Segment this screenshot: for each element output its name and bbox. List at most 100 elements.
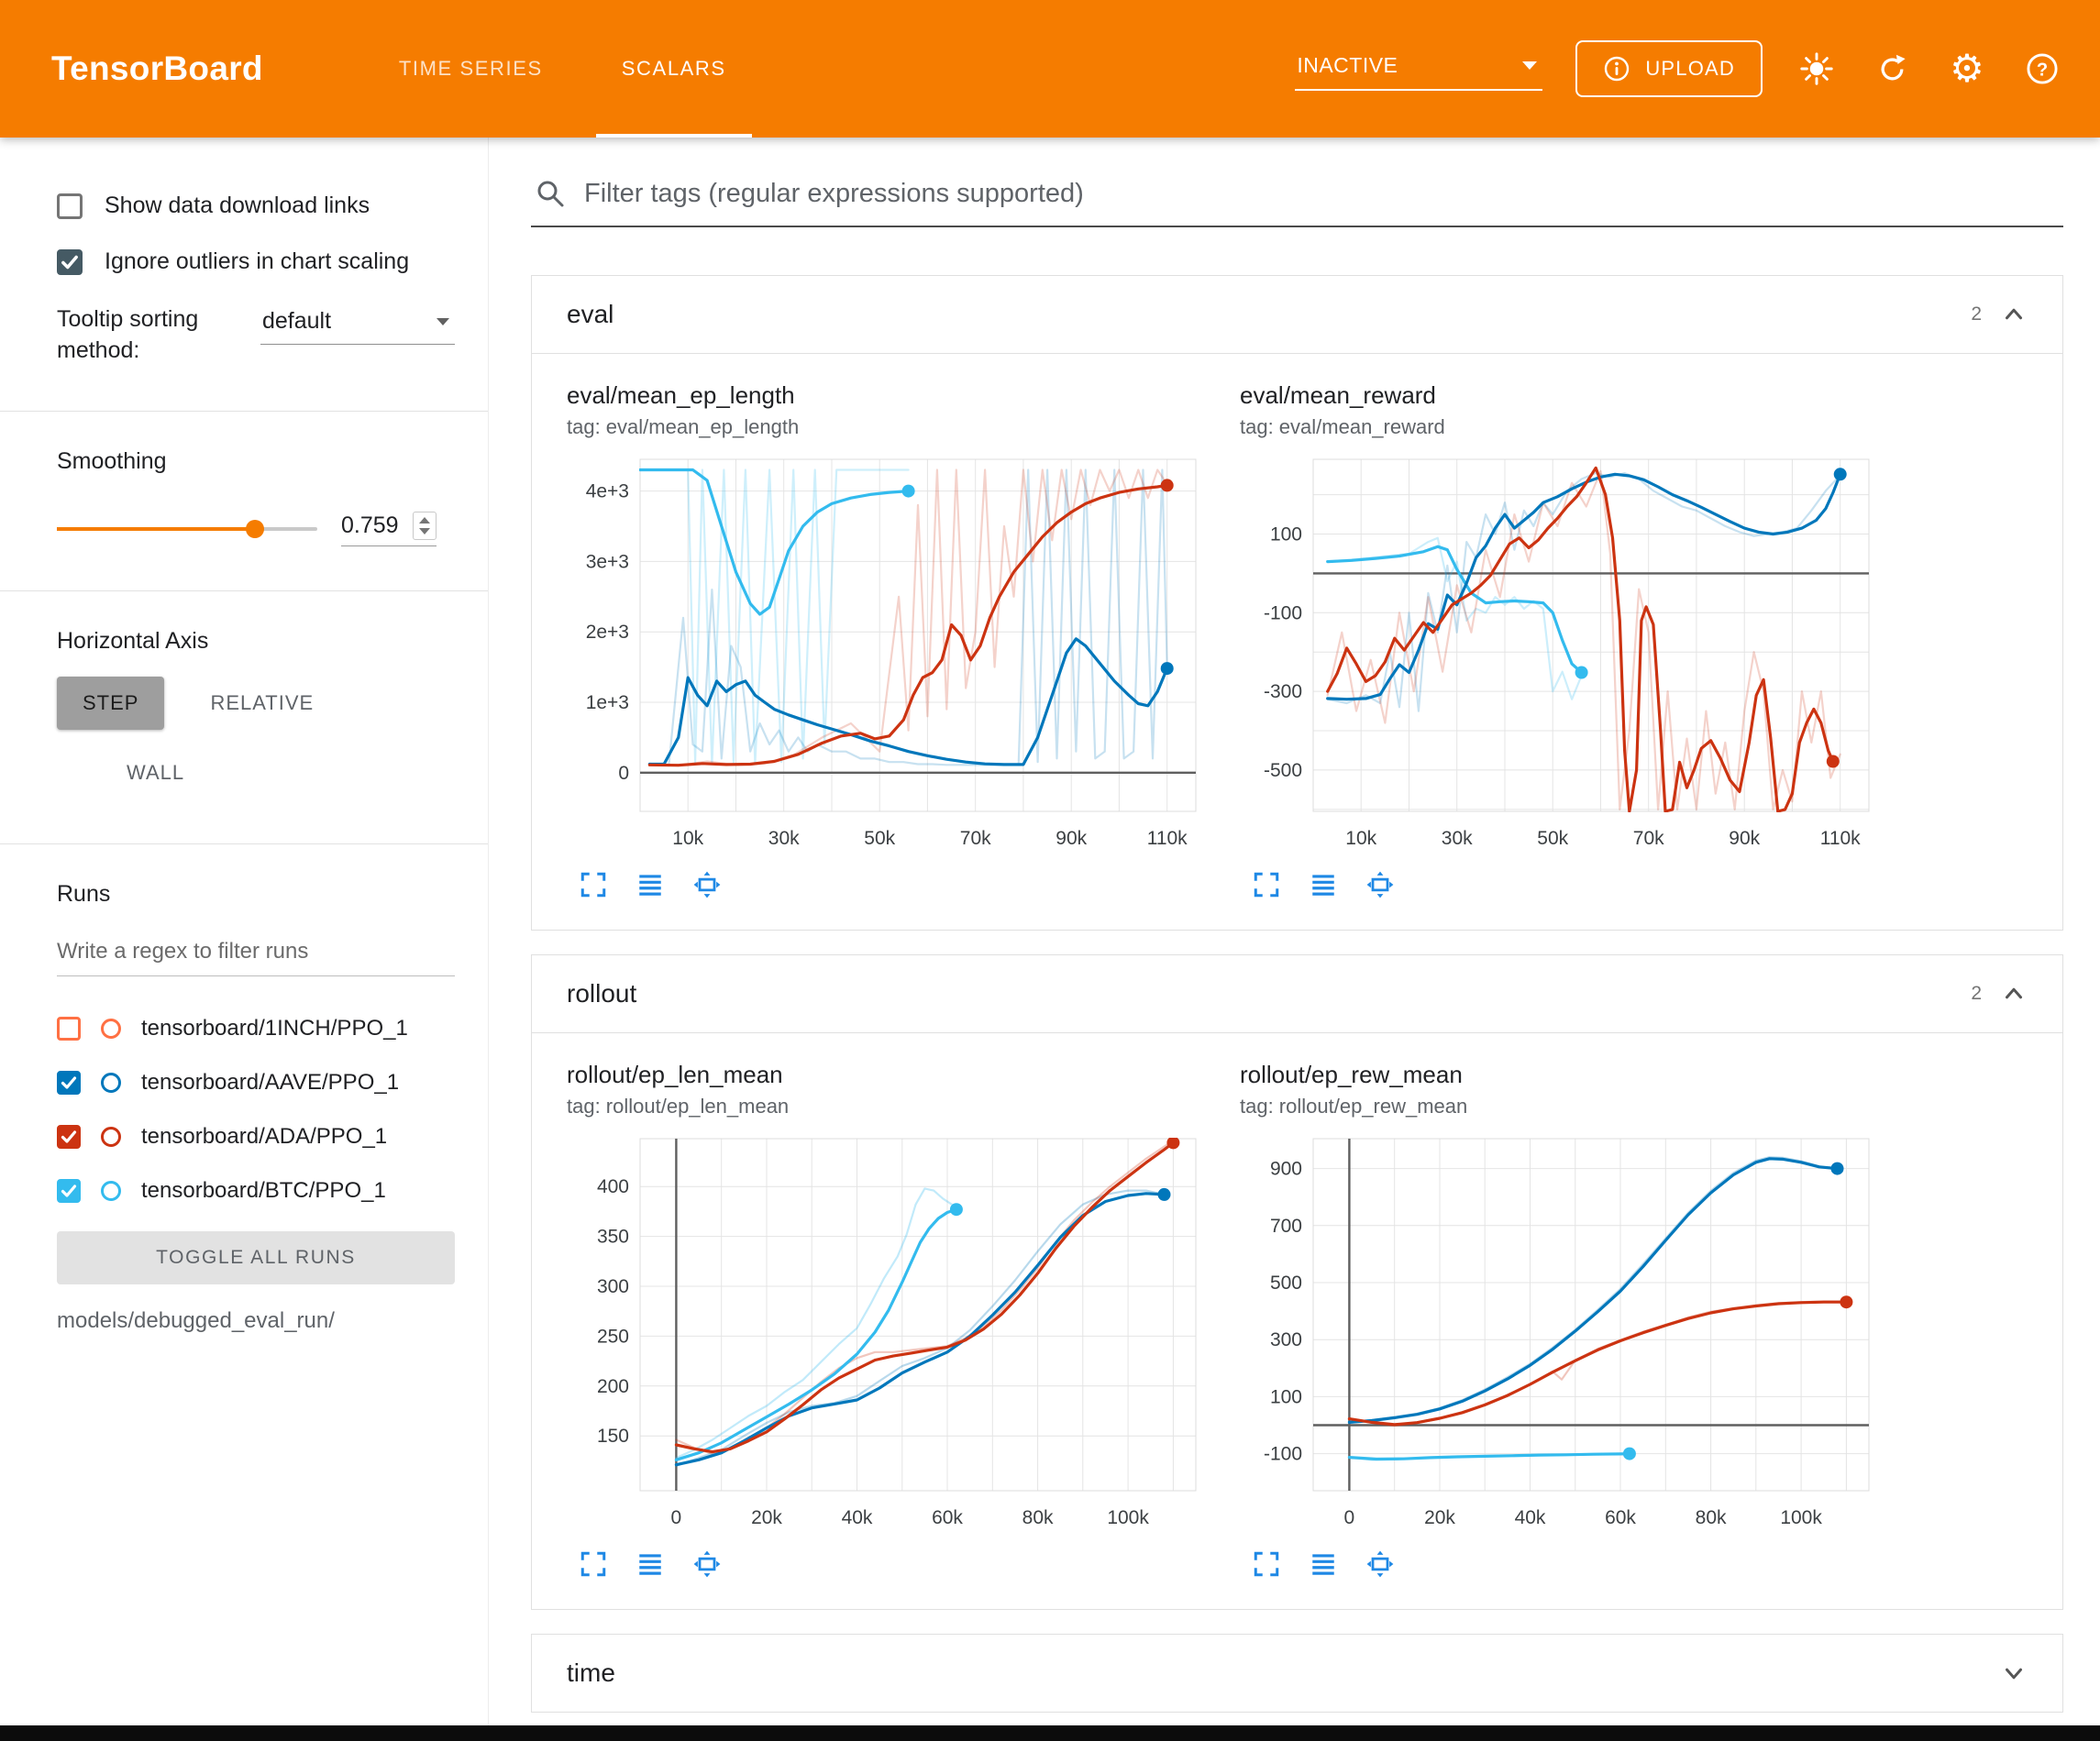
svg-text:500: 500 — [1270, 1273, 1302, 1294]
toggle-all-runs-button[interactable]: TOGGLE ALL RUNS — [57, 1231, 455, 1284]
chart-title: eval/mean_ep_length — [567, 381, 1209, 410]
status-dropdown-value: INACTIVE — [1297, 53, 1398, 78]
svg-text:30k: 30k — [768, 828, 800, 849]
chart-card: rollout/ep_len_meantag: rollout/ep_len_m… — [567, 1061, 1209, 1580]
fit-domain-icon[interactable] — [1365, 869, 1396, 900]
data-table-icon[interactable] — [635, 1548, 666, 1580]
tab-time-series[interactable]: TIME SERIES — [373, 0, 569, 138]
chart-toolbar — [1240, 1548, 1882, 1580]
upload-button[interactable]: UPLOAD — [1575, 40, 1763, 97]
section-header-rollout[interactable]: rollout2 — [532, 955, 2062, 1032]
checkbox-row[interactable]: Show data download links — [57, 193, 455, 219]
chart-card: eval/mean_rewardtag: eval/mean_reward10k… — [1240, 381, 1882, 900]
svg-text:40k: 40k — [1515, 1507, 1546, 1528]
smoothing-slider[interactable] — [57, 527, 317, 531]
section-header-eval[interactable]: eval2 — [532, 276, 2062, 353]
svg-text:100: 100 — [1270, 524, 1302, 545]
data-table-icon[interactable] — [635, 869, 666, 900]
settings-gear-icon[interactable]: ⚙ — [1946, 48, 1988, 90]
run-checkbox[interactable] — [57, 1125, 81, 1149]
line-chart[interactable]: 020k40k60k80k100k-100100300500700900 — [1240, 1126, 1882, 1538]
fit-domain-icon[interactable] — [691, 1548, 723, 1580]
axis-button-wall[interactable]: WALL — [101, 746, 210, 799]
svg-text:-100: -100 — [1264, 1444, 1302, 1465]
runs-list: tensorboard/1INCH/PPO_1 tensorboard/AAVE/… — [57, 1002, 455, 1218]
run-color-ring — [101, 1073, 121, 1093]
expand-icon[interactable] — [578, 869, 609, 900]
svg-text:50k: 50k — [1537, 828, 1568, 849]
section-card-eval: eval2eval/mean_ep_lengthtag: eval/mean_e… — [531, 275, 2063, 931]
chart-toolbar — [567, 869, 1209, 900]
tag-sections: eval2eval/mean_ep_lengthtag: eval/mean_e… — [531, 275, 2063, 1713]
svg-text:0: 0 — [1344, 1507, 1355, 1528]
run-label: tensorboard/ADA/PPO_1 — [141, 1124, 387, 1150]
chart-toolbar — [567, 1548, 1209, 1580]
checkbox-row[interactable]: Ignore outliers in chart scaling — [57, 248, 455, 275]
run-checkbox[interactable] — [57, 1179, 81, 1203]
line-chart[interactable]: 10k30k50k70k90k110k01e+32e+33e+34e+3 — [567, 446, 1209, 859]
info-icon — [1603, 55, 1630, 83]
svg-text:80k: 80k — [1696, 1507, 1727, 1528]
run-row[interactable]: tensorboard/1INCH/PPO_1 — [57, 1002, 455, 1056]
run-color-ring — [101, 1019, 121, 1039]
run-row[interactable]: tensorboard/AAVE/PPO_1 — [57, 1056, 455, 1110]
svg-text:90k: 90k — [1056, 828, 1087, 849]
section-count: 2 — [1971, 983, 1982, 1005]
expand-icon[interactable] — [578, 1548, 609, 1580]
expand-icon[interactable] — [1251, 1548, 1282, 1580]
slider-thumb[interactable] — [246, 520, 264, 538]
fit-domain-icon[interactable] — [691, 869, 723, 900]
section-count: 2 — [1971, 303, 1982, 325]
chart-card: rollout/ep_rew_meantag: rollout/ep_rew_m… — [1240, 1061, 1882, 1580]
run-checkbox[interactable] — [57, 1071, 81, 1095]
section-card-time: time — [531, 1634, 2063, 1713]
brightness-icon[interactable] — [1796, 48, 1838, 90]
tooltip-sorting-select[interactable]: default — [260, 304, 455, 345]
status-dropdown[interactable]: INACTIVE — [1295, 48, 1542, 91]
divider — [0, 843, 488, 844]
data-table-icon[interactable] — [1308, 869, 1339, 900]
svg-text:20k: 20k — [1424, 1507, 1455, 1528]
help-icon[interactable]: ? — [2021, 48, 2063, 90]
svg-text:200: 200 — [597, 1376, 629, 1397]
run-row[interactable]: tensorboard/ADA/PPO_1 — [57, 1110, 455, 1164]
data-table-icon[interactable] — [1308, 1548, 1339, 1580]
svg-text:70k: 70k — [960, 828, 991, 849]
refresh-icon[interactable] — [1871, 48, 1913, 90]
runs-filter-input[interactable] — [57, 939, 455, 964]
checkbox[interactable] — [57, 193, 83, 219]
filter-tags-input[interactable] — [584, 179, 2063, 209]
svg-text:50k: 50k — [864, 828, 895, 849]
run-checkbox[interactable] — [57, 1017, 81, 1041]
chevron-up-icon[interactable] — [2000, 301, 2028, 328]
svg-text:100k: 100k — [1107, 1507, 1149, 1528]
runs-label: Runs — [57, 881, 455, 908]
chevron-down-icon[interactable] — [2000, 1659, 2028, 1687]
axis-button-step[interactable]: STEP — [57, 677, 164, 730]
tab-scalars[interactable]: SCALARS — [596, 0, 752, 138]
tooltip-sorting-row: Tooltip sorting method: default — [57, 304, 455, 367]
checkbox[interactable] — [57, 249, 83, 275]
checkbox-label: Ignore outliers in chart scaling — [105, 248, 409, 275]
tensorboard-app: TensorBoard TIME SERIESSCALARS INACTIVE … — [0, 0, 2100, 1741]
spinner-icon[interactable] — [413, 512, 437, 540]
line-chart[interactable]: 020k40k60k80k100k150200250300350400 — [567, 1126, 1209, 1538]
fit-domain-icon[interactable] — [1365, 1548, 1396, 1580]
divider — [0, 590, 488, 591]
smoothing-value-input[interactable] — [341, 512, 407, 539]
svg-text:110k: 110k — [1820, 828, 1861, 849]
run-label: tensorboard/AAVE/PPO_1 — [141, 1070, 399, 1096]
chevron-down-icon — [437, 318, 449, 325]
line-chart[interactable]: 10k30k50k70k90k110k100-100-300-500 — [1240, 446, 1882, 859]
axis-button-relative[interactable]: RELATIVE — [184, 677, 339, 730]
slider-fill — [57, 527, 255, 531]
svg-text:300: 300 — [597, 1276, 629, 1297]
expand-icon[interactable] — [1251, 869, 1282, 900]
bottom-strip — [0, 1725, 2100, 1741]
section-title: time — [567, 1658, 615, 1688]
run-row[interactable]: tensorboard/BTC/PPO_1 — [57, 1164, 455, 1218]
chevron-up-icon[interactable] — [2000, 980, 2028, 1008]
chart-plot: 020k40k60k80k100k-100100300500700900 — [1240, 1126, 1882, 1543]
chart-title: eval/mean_reward — [1240, 381, 1882, 410]
section-header-time[interactable]: time — [532, 1635, 2062, 1712]
